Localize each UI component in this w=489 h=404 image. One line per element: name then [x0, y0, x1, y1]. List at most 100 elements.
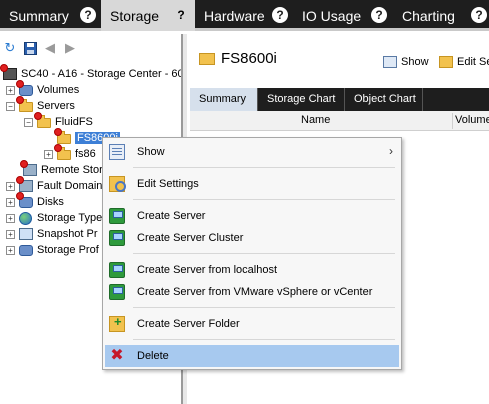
fs8600i-folder-icon	[54, 128, 72, 145]
storage-center-icon	[0, 64, 18, 81]
tree-item-label: fs86	[75, 148, 96, 160]
create-server-vmware-icon	[109, 284, 125, 300]
show-icon	[383, 56, 397, 68]
show-button[interactable]: Show	[383, 53, 429, 71]
charting-help-icon[interactable]: ?	[471, 7, 487, 23]
tab-storage-chart[interactable]: Storage Chart	[258, 88, 345, 111]
tree-item-label: Fault Domain	[37, 180, 103, 192]
grid-header: Name Volume	[190, 111, 489, 131]
column-header-name[interactable]: Name	[301, 114, 330, 126]
show-icon	[109, 144, 125, 160]
detail-tabs: Summary Storage Chart Object Chart	[190, 88, 489, 111]
menu-item-create-server-cluster[interactable]: Create Server Cluster	[105, 227, 399, 249]
summary-help-icon[interactable]: ?	[80, 7, 96, 23]
tree-root-storage-center[interactable]: SC40 - A16 - Storage Center - 60	[0, 64, 181, 82]
fault-domains-icon	[16, 176, 34, 193]
expand-volumes-icon[interactable]: +	[6, 85, 15, 95]
tab-summary[interactable]: Summary ?	[0, 0, 101, 31]
tree-item-disks[interactable]: + Disks	[6, 192, 64, 210]
column-divider[interactable]	[452, 113, 453, 129]
expand-fs86-icon[interactable]: +	[44, 149, 53, 159]
tree-item-label: Storage Type	[37, 212, 103, 224]
menu-item-label: Create Server from VMware vSphere or vCe…	[137, 286, 373, 298]
io-usage-help-icon[interactable]: ?	[371, 7, 387, 23]
tree-item-label: Volumes	[37, 84, 80, 96]
menu-item-create-server-vmware[interactable]: Create Server from VMware vSphere or vCe…	[105, 281, 399, 303]
expand-storage-types-icon[interactable]: +	[6, 213, 15, 223]
storage-types-icon	[18, 211, 34, 225]
tree-item-storage-profiles[interactable]: + Storage Prof	[6, 242, 99, 258]
expand-disks-icon[interactable]: +	[6, 197, 15, 207]
tab-storage-label: Storage	[110, 7, 160, 24]
tree-item-storage-types[interactable]: + Storage Type	[6, 210, 102, 226]
save-icon[interactable]	[22, 40, 38, 56]
expand-storage-profiles-icon[interactable]: +	[6, 245, 15, 255]
show-button-label: Show	[401, 56, 429, 68]
menu-item-label: Create Server Cluster	[137, 232, 244, 244]
menu-separator	[133, 307, 395, 308]
tab-charting-label: Charting	[402, 7, 455, 24]
snapshot-profiles-icon	[18, 227, 34, 241]
storage-profiles-icon	[18, 243, 34, 257]
edit-settings-button-label: Edit Se	[457, 56, 489, 68]
tree-item-label: Snapshot Pr	[37, 228, 98, 240]
fluidfs-folder-icon	[34, 112, 52, 129]
create-server-localhost-icon	[109, 262, 125, 278]
expand-fault-domains-icon[interactable]: +	[6, 181, 15, 191]
tab-hardware-label: Hardware	[204, 7, 265, 24]
menu-item-label: Show	[137, 146, 165, 158]
menu-item-create-server-localhost[interactable]: Create Server from localhost	[105, 259, 399, 281]
forward-arrow-icon[interactable]: ▶	[62, 40, 78, 56]
menu-separator	[133, 339, 395, 340]
collapse-fluidfs-icon[interactable]: −	[24, 117, 33, 127]
tree-item-servers[interactable]: − Servers	[6, 96, 75, 114]
menu-separator	[133, 167, 395, 168]
back-arrow-icon[interactable]: ◀	[42, 40, 58, 56]
tree-item-label: Storage Prof	[37, 244, 99, 256]
disks-icon	[16, 192, 34, 209]
column-header-volume[interactable]: Volume	[455, 114, 489, 126]
menu-item-delete[interactable]: ✖ Delete	[105, 345, 399, 367]
refresh-icon[interactable]: ↻	[2, 40, 18, 56]
menu-item-label: Create Server	[137, 210, 206, 222]
menu-item-label: Create Server Folder	[137, 318, 240, 330]
tab-summary-detail[interactable]: Summary	[190, 88, 258, 111]
tab-object-chart[interactable]: Object Chart	[345, 88, 423, 111]
tab-io-usage[interactable]: IO Usage ?	[293, 0, 393, 31]
menu-separator	[133, 253, 395, 254]
create-server-cluster-icon	[109, 230, 125, 246]
tab-io-usage-label: IO Usage	[302, 7, 362, 24]
remote-storage-icon	[20, 160, 38, 177]
tree-item-snapshot-profiles[interactable]: + Snapshot Pr	[6, 226, 98, 242]
tree-item-remote-storage[interactable]: Remote Stora	[20, 160, 109, 178]
tab-hardware[interactable]: Hardware ?	[195, 0, 293, 31]
menu-item-edit-settings[interactable]: Edit Settings	[105, 173, 399, 195]
edit-settings-button[interactable]: Edit Se	[439, 53, 489, 71]
context-menu: Show › Edit Settings Create Server Creat…	[102, 137, 402, 370]
tree-item-label: Disks	[37, 196, 64, 208]
page-title: FS8600i	[199, 50, 277, 67]
menu-separator	[133, 199, 395, 200]
tab-storage[interactable]: Storage ?	[101, 0, 195, 31]
page-title-text: FS8600i	[221, 50, 277, 67]
storage-help-icon[interactable]: ?	[173, 7, 189, 23]
menu-item-create-server-folder[interactable]: Create Server Folder	[105, 313, 399, 335]
edit-settings-icon	[439, 56, 453, 68]
edit-settings-icon	[109, 176, 126, 192]
tree-item-fs86[interactable]: + fs86	[44, 144, 96, 162]
menu-item-label: Delete	[137, 350, 169, 362]
tree-item-label: Servers	[37, 100, 75, 112]
hardware-help-icon[interactable]: ?	[272, 7, 288, 23]
menu-item-show[interactable]: Show ›	[105, 141, 399, 163]
create-server-icon	[109, 208, 125, 224]
menu-item-create-server[interactable]: Create Server	[105, 205, 399, 227]
collapse-servers-icon[interactable]: −	[6, 101, 15, 111]
tab-charting[interactable]: Charting ?	[393, 0, 489, 31]
expand-snapshot-profiles-icon[interactable]: +	[6, 229, 15, 239]
fs86-folder-icon	[54, 144, 72, 161]
delete-icon: ✖	[110, 347, 124, 364]
submenu-arrow-icon: ›	[389, 144, 393, 158]
folder-icon	[199, 52, 215, 65]
tree-item-label: FluidFS	[55, 116, 93, 128]
tree-item-label: Remote Stora	[41, 164, 109, 176]
